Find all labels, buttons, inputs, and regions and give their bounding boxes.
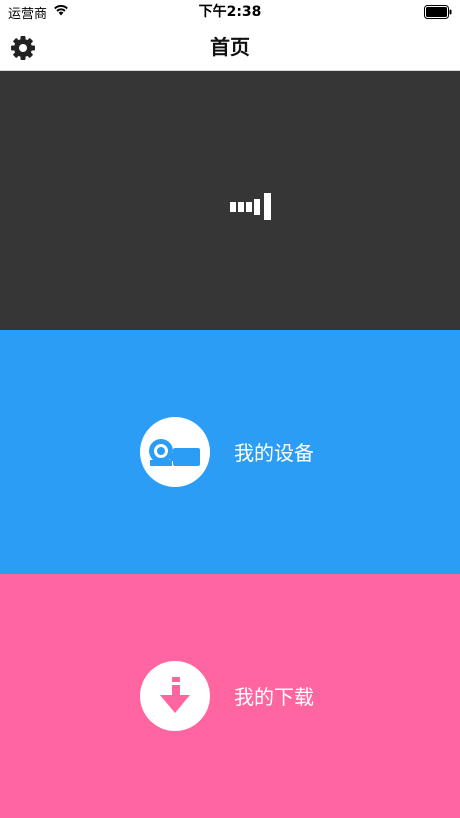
my-devices-label: 我的设备 — [234, 441, 314, 465]
camcorder-icon — [140, 417, 210, 487]
battery-icon — [424, 5, 452, 19]
my-downloads-tile[interactable]: 我的下载 — [0, 574, 460, 818]
download-arrow-icon — [140, 661, 210, 731]
page-title: 首页 — [210, 35, 250, 59]
status-bar: 运营商 下午2:38 — [0, 0, 460, 24]
my-devices-tile[interactable]: 我的设备 — [0, 330, 460, 574]
nav-bar: 首页 — [0, 24, 460, 71]
status-time: 下午2:38 — [198, 4, 262, 20]
my-downloads-label: 我的下载 — [234, 685, 314, 709]
home-screen: 运营商 下午2:38 首页 我的设备 我的下载 — [0, 0, 460, 818]
loading-bars-icon — [229, 193, 273, 221]
